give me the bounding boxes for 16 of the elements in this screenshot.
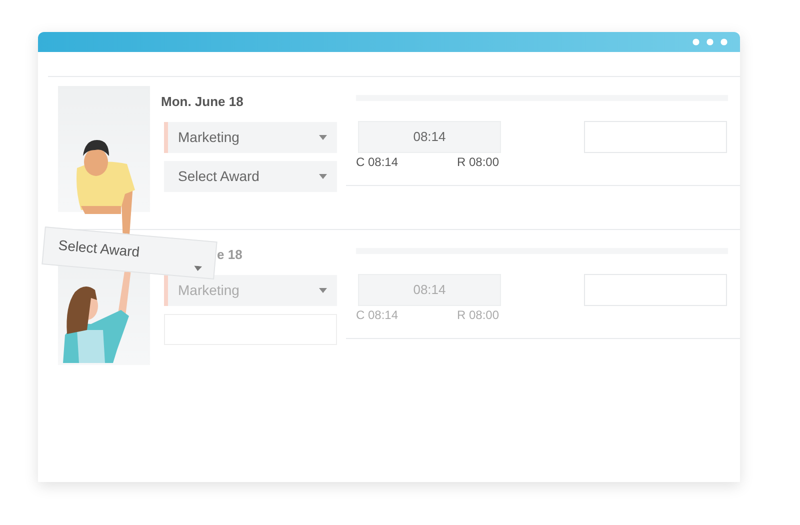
department-dropdown[interactable]: Marketing — [164, 122, 337, 153]
more-icon[interactable] — [692, 38, 728, 46]
caret-icon — [319, 288, 327, 293]
award-dropdown[interactable]: Select Award — [164, 161, 337, 192]
rostered-time: R 08:00 — [457, 154, 500, 171]
caret-icon — [319, 174, 327, 179]
caret-icon — [319, 135, 327, 140]
clock-time: C 08:14 — [356, 154, 400, 171]
rostered-time: R 08:00 — [457, 307, 500, 324]
input-field[interactable] — [584, 121, 727, 153]
input-field[interactable] — [584, 274, 727, 306]
clock-time: C 08:14 — [356, 307, 400, 324]
date-label: Mon. June 18 — [161, 94, 244, 110]
caret-icon — [194, 266, 202, 272]
time-field[interactable]: 08:14 — [358, 121, 501, 153]
date-label: e 18 — [217, 247, 244, 263]
